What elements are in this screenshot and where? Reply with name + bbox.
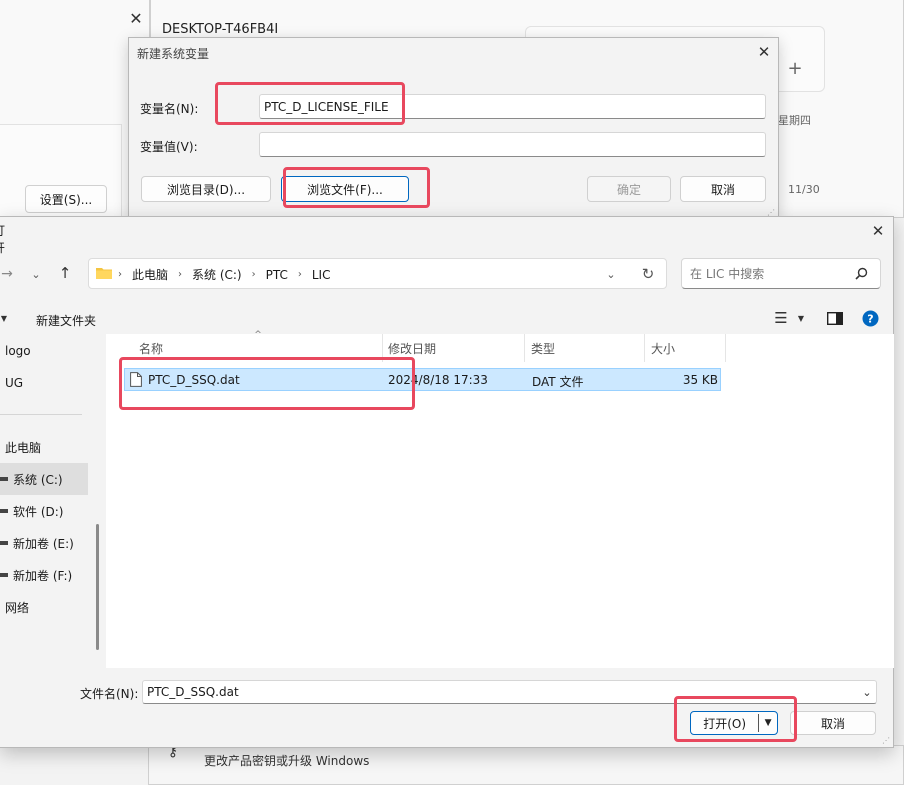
column-header-date[interactable]: 修改日期 bbox=[381, 334, 525, 362]
nav-item-this-pc[interactable]: 此电脑 bbox=[0, 432, 88, 462]
search-icon bbox=[852, 264, 870, 282]
hostname-label: DESKTOP-T46FB4I bbox=[162, 22, 279, 37]
breadcrumb-item[interactable]: PTC bbox=[266, 268, 288, 282]
folder-icon bbox=[96, 265, 112, 279]
breadcrumb: › 此电脑 › 系统 (C:) › PTC › LIC bbox=[118, 266, 330, 283]
chevron-right-icon: › bbox=[178, 269, 183, 280]
cancel-button[interactable]: 取消 bbox=[790, 711, 876, 735]
settings-button[interactable]: 设置(S)... bbox=[25, 185, 107, 213]
weekday-label: 星期四 bbox=[778, 114, 811, 127]
forward-arrow-icon[interactable]: → bbox=[0, 264, 14, 284]
help-icon[interactable]: ? bbox=[861, 309, 879, 327]
caret-down-icon[interactable]: ▼ bbox=[759, 718, 777, 728]
plus-icon[interactable]: + bbox=[785, 58, 805, 79]
close-icon[interactable]: ✕ bbox=[868, 221, 888, 241]
breadcrumb-item[interactable]: 此电脑 bbox=[132, 266, 168, 283]
file-type: DAT 文件 bbox=[532, 375, 584, 389]
chevron-down-icon[interactable]: ⌄ bbox=[860, 683, 874, 701]
breadcrumb-item[interactable]: 系统 (C:) bbox=[192, 266, 242, 283]
date-label: 11/30 bbox=[788, 183, 820, 196]
browse-file-button[interactable]: 浏览文件(F)... bbox=[281, 176, 409, 202]
ok-button[interactable]: 确定 bbox=[587, 176, 671, 202]
search-input[interactable]: 在 LIC 中搜索 bbox=[681, 258, 881, 289]
product-key-link[interactable]: 更改产品密钥或升级 Windows bbox=[204, 752, 369, 769]
file-size: 35 KB bbox=[682, 373, 718, 387]
filename-input[interactable]: PTC_D_SSQ.dat bbox=[142, 680, 877, 704]
browse-directory-button[interactable]: 浏览目录(D)... bbox=[141, 176, 271, 202]
drive-icon bbox=[0, 509, 8, 513]
new-folder-button[interactable]: 新建文件夹 bbox=[36, 312, 96, 329]
drive-icon bbox=[0, 573, 8, 577]
caret-down-icon[interactable]: ▼ bbox=[0, 311, 8, 325]
chevron-right-icon: › bbox=[118, 269, 122, 280]
nav-item-network[interactable]: 网络 bbox=[0, 592, 88, 622]
nav-scrollbar[interactable] bbox=[96, 524, 99, 650]
column-header-name[interactable]: 名称 bbox=[132, 334, 383, 362]
filename-label: 文件名(N): bbox=[80, 687, 139, 701]
column-header-type[interactable]: 类型 bbox=[524, 334, 645, 362]
cancel-button[interactable]: 取消 bbox=[680, 176, 766, 202]
nav-item-drive-f[interactable]: 新加卷 (F:) bbox=[0, 560, 88, 590]
nav-item-ug[interactable]: UG bbox=[0, 368, 88, 398]
nav-item-drive-e[interactable]: 新加卷 (E:) bbox=[0, 528, 88, 558]
close-icon[interactable]: ✕ bbox=[126, 8, 146, 28]
variable-value-label: 变量值(V): bbox=[140, 140, 198, 154]
chevron-right-icon: › bbox=[297, 269, 302, 280]
svg-text:?: ? bbox=[867, 312, 873, 325]
nav-item-drive-d[interactable]: 软件 (D:) bbox=[0, 496, 88, 526]
caret-down-icon[interactable]: ▼ bbox=[795, 312, 807, 324]
view-menu-icon[interactable]: ☰ bbox=[772, 309, 790, 327]
refresh-icon[interactable]: ↻ bbox=[638, 264, 658, 284]
file-name: PTC_D_SSQ.dat bbox=[148, 373, 240, 387]
chevron-down-icon[interactable]: ⌄ bbox=[603, 264, 619, 284]
nav-divider bbox=[0, 414, 82, 415]
file-icon bbox=[129, 371, 143, 388]
file-dialog-title: 打开 bbox=[0, 222, 7, 256]
open-button-label[interactable]: 打开(O) bbox=[691, 715, 758, 732]
drive-icon bbox=[0, 477, 8, 481]
preview-pane-icon[interactable] bbox=[826, 310, 844, 326]
file-date: 2024/8/18 17:33 bbox=[388, 373, 488, 387]
open-split-button[interactable]: 打开(O) ▼ bbox=[690, 711, 778, 735]
up-arrow-icon[interactable]: ↑ bbox=[56, 263, 74, 283]
nav-item-logo[interactable]: logo bbox=[0, 336, 88, 366]
column-header-size[interactable]: 大小 bbox=[644, 334, 726, 362]
variable-name-input[interactable]: PTC_D_LICENSE_FILE bbox=[259, 94, 766, 119]
drive-icon bbox=[0, 541, 8, 545]
nav-item-drive-c[interactable]: 系统 (C:) bbox=[0, 463, 88, 495]
variable-value-input[interactable] bbox=[259, 132, 766, 157]
chevron-right-icon: › bbox=[251, 269, 256, 280]
resize-grip-icon[interactable]: ⋰ bbox=[880, 734, 892, 746]
dialog-title: 新建系统变量 bbox=[137, 47, 210, 61]
variable-name-label: 变量名(N): bbox=[140, 102, 199, 116]
close-icon[interactable]: ✕ bbox=[754, 42, 774, 62]
chevron-down-icon[interactable]: ⌄ bbox=[28, 264, 44, 284]
breadcrumb-item[interactable]: LIC bbox=[312, 268, 331, 282]
